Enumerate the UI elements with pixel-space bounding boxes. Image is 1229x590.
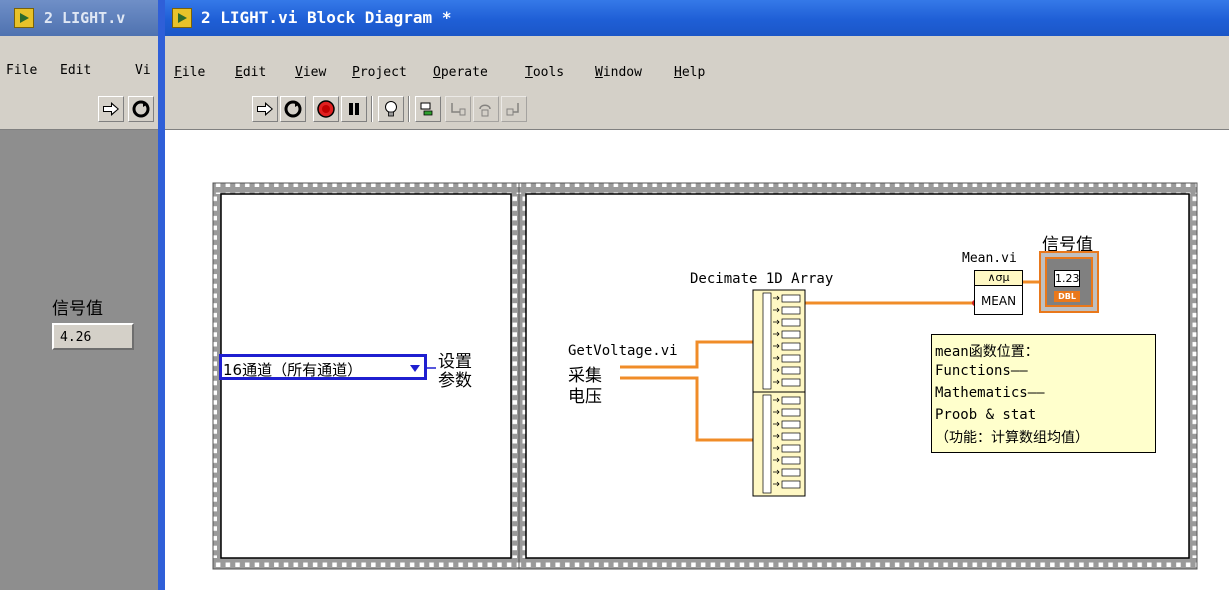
decimate-output-terminal[interactable] — [781, 378, 801, 387]
free-label-comment[interactable]: mean函数位置： Functions—— Mathematics—— Proo… — [931, 334, 1156, 453]
settings-label: 设置 — [438, 352, 472, 372]
decimate-output-terminal[interactable] — [781, 444, 801, 453]
channel-enum-constant[interactable]: 16通道（所有通道） — [219, 354, 427, 380]
decimate-output-terminal[interactable] — [781, 318, 801, 327]
comment-line-3: Mathematics—— — [935, 385, 1045, 401]
comment-line-2: Functions—— — [935, 363, 1028, 379]
decimate-output-terminal[interactable] — [781, 330, 801, 339]
decimate-output-terminal[interactable] — [781, 366, 801, 375]
params-label: 参数 — [438, 371, 472, 391]
block-diagram: 16通道（所有通道） 设置 参数 GetVoltage.vi 采集 电压 Dec… — [0, 0, 1229, 590]
mean-statistics-icon: ∧σμ — [975, 271, 1022, 286]
decimate-output-terminal[interactable] — [781, 456, 801, 465]
comment-line-5: （功能：计算数组均值） — [935, 430, 1089, 446]
voltage-label: 电压 — [568, 387, 602, 407]
terminal-type-badge: DBL — [1054, 291, 1080, 302]
mean-vi-label: Mean.vi — [962, 251, 1017, 266]
decimate-output-terminal[interactable] — [781, 396, 801, 405]
decimate-output-terminal[interactable] — [781, 468, 801, 477]
mean-vi-node[interactable]: ∧σμ MEAN — [974, 270, 1023, 315]
decimate-output-terminal[interactable] — [781, 342, 801, 351]
signal-value-terminal[interactable]: 1.23 DBL — [1039, 251, 1099, 313]
mean-node-text: MEAN — [980, 294, 1017, 308]
decimate-output-terminal[interactable] — [781, 306, 801, 315]
labview-desktop: 2 LIGHT.v File Edit Vi 信号值 4.26 2 LIGHT.… — [0, 0, 1229, 590]
decimate-output-terminal[interactable] — [781, 354, 801, 363]
comment-line-1: mean函数位置： — [935, 344, 1039, 360]
decimate-output-terminal[interactable] — [781, 294, 801, 303]
terminal-numeric: 1.23 — [1054, 270, 1080, 287]
comment-line-4: Proob & stat — [935, 407, 1037, 423]
decimate-output-terminal[interactable] — [781, 420, 801, 429]
decimate-output-terminal[interactable] — [781, 480, 801, 489]
decimate-output-terminal[interactable] — [781, 408, 801, 417]
channel-enum-value: 16通道（所有通道） — [223, 361, 363, 379]
decimate-output-terminal[interactable] — [781, 432, 801, 441]
getvoltage-vi-label: GetVoltage.vi — [568, 343, 678, 359]
chevron-down-icon — [410, 365, 420, 372]
decimate-1d-array-label: Decimate 1D Array — [690, 271, 834, 287]
